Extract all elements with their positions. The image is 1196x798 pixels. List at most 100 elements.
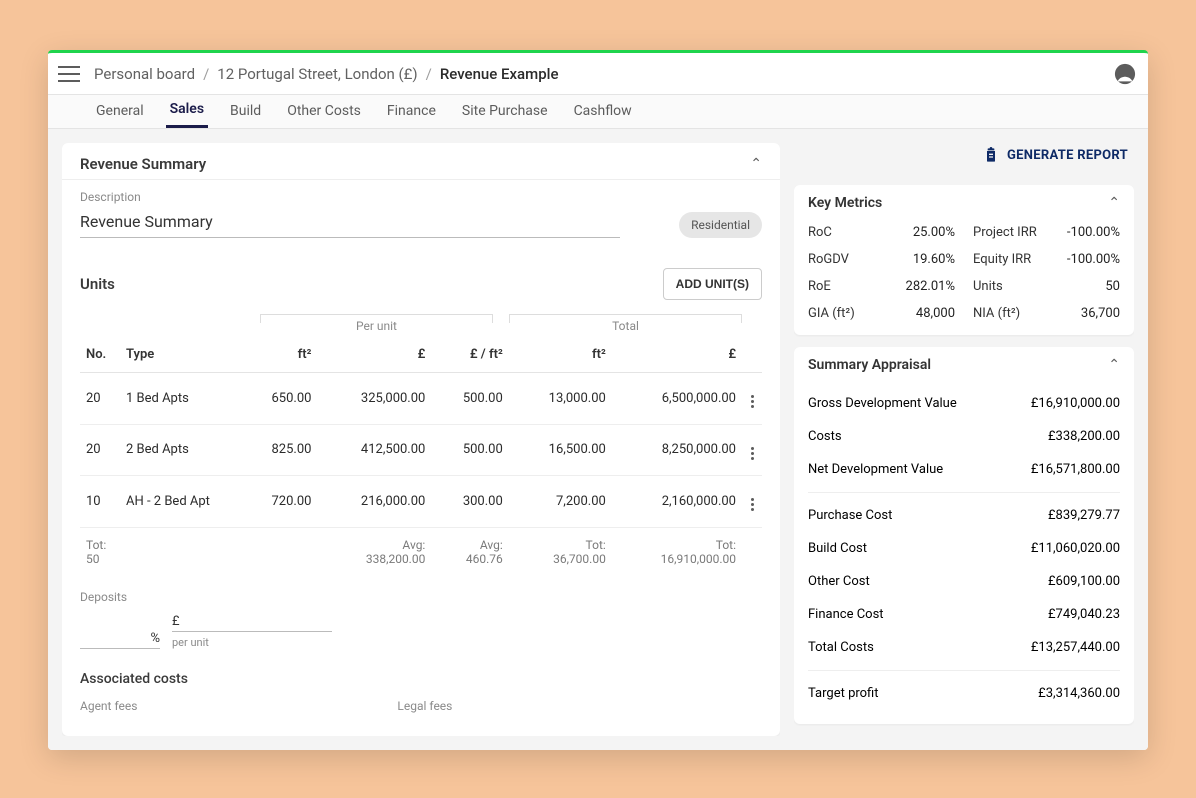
clipboard-icon <box>983 147 999 163</box>
cell-ft2: 650.00 <box>240 373 317 425</box>
breadcrumb-project[interactable]: 12 Portugal Street, London (£) <box>217 65 417 83</box>
metric-key: Units <box>973 279 1003 294</box>
row-menu-icon[interactable] <box>742 373 762 425</box>
top-bar: Personal board / 12 Portugal Street, Lon… <box>48 53 1148 95</box>
agent-fees-label: Agent fees <box>80 699 137 713</box>
totals-totgbp-value: 16,910,000.00 <box>661 552 736 566</box>
col-gbp: £ <box>317 337 431 373</box>
appraisal-key: Finance Cost <box>808 607 884 622</box>
breadcrumb-separator: / <box>426 65 432 83</box>
key-metrics-card: Key Metrics ⌃ RoC25.00%Project IRR-100.0… <box>794 185 1134 335</box>
cell-tot-ft2: 16,500.00 <box>509 424 612 476</box>
appraisal-value: £609,100.00 <box>1048 574 1120 589</box>
totals-gbp-value: 338,200.00 <box>366 552 425 566</box>
appraisal-row: Build Cost£11,060,020.00 <box>808 532 1120 565</box>
totals-gbpft2-label: Avg: <box>437 538 502 552</box>
cell-type: 1 Bed Apts <box>120 373 240 425</box>
table-row[interactable]: 201 Bed Apts650.00325,000.00500.0013,000… <box>80 373 762 425</box>
units-title: Units <box>80 275 115 293</box>
appraisal-row: Other Cost£609,100.00 <box>808 565 1120 598</box>
cell-tot-gbp: 6,500,000.00 <box>612 373 742 425</box>
tab-bar: General Sales Build Other Costs Finance … <box>48 95 1148 129</box>
key-metrics-title: Key Metrics <box>808 195 882 211</box>
deposits-per-unit: per unit <box>172 636 332 649</box>
cell-no: 20 <box>80 373 120 425</box>
summary-appraisal-card: Summary Appraisal ⌃ Gross Development Va… <box>794 347 1134 724</box>
chevron-up-icon[interactable]: ⌃ <box>750 156 762 172</box>
generate-report-button[interactable]: GENERATE REPORT <box>1007 148 1128 163</box>
cell-no: 20 <box>80 424 120 476</box>
totals-gbp-label: Avg: <box>323 538 425 552</box>
col-tot-gbp: £ <box>612 337 742 373</box>
appraisal-key: Total Costs <box>808 640 874 655</box>
cell-tot-ft2: 13,000.00 <box>509 373 612 425</box>
deposits-pct-input[interactable]: % <box>80 627 160 649</box>
metric-item: Units50 <box>973 279 1120 294</box>
chevron-up-icon[interactable]: ⌃ <box>1108 195 1120 211</box>
metric-value: -100.00% <box>1067 252 1120 267</box>
residential-chip[interactable]: Residential <box>679 212 762 238</box>
account-icon[interactable] <box>1112 61 1138 87</box>
metric-key: Project IRR <box>973 225 1037 240</box>
appraisal-value: £13,257,440.00 <box>1031 640 1120 655</box>
cell-type: 2 Bed Apts <box>120 424 240 476</box>
appraisal-key: Gross Development Value <box>808 396 957 411</box>
appraisal-value: £16,910,000.00 <box>1031 396 1120 411</box>
metric-item: Project IRR-100.00% <box>973 225 1120 240</box>
appraisal-value: £3,314,360.00 <box>1038 686 1120 701</box>
tab-finance[interactable]: Finance <box>383 97 440 127</box>
col-gbp-ft2: £ / ft² <box>431 337 508 373</box>
tab-sales[interactable]: Sales <box>166 95 208 128</box>
table-row[interactable]: 10AH - 2 Bed Apt720.00216,000.00300.007,… <box>80 476 762 528</box>
tab-site-purchase[interactable]: Site Purchase <box>458 97 552 127</box>
appraisal-key: Net Development Value <box>808 462 943 477</box>
col-tot-ft2: ft² <box>509 337 612 373</box>
breadcrumb-separator: / <box>203 65 209 83</box>
cell-ft2: 825.00 <box>240 424 317 476</box>
appraisal-row: Total Costs £13,257,440.00 <box>808 631 1120 664</box>
appraisal-row: Net Development Value £16,571,800.00 <box>808 453 1120 486</box>
cell-gbp-ft2: 500.00 <box>431 424 508 476</box>
tab-cashflow[interactable]: Cashflow <box>570 97 636 127</box>
col-no: No. <box>80 337 120 373</box>
tab-general[interactable]: General <box>92 97 148 127</box>
totals-totft2-value: 36,700.00 <box>553 552 606 566</box>
metric-value: 19.60% <box>913 252 955 267</box>
appraisal-value: £16,571,800.00 <box>1031 462 1120 477</box>
metric-key: RoGDV <box>808 252 849 267</box>
totals-no-label: Tot: <box>86 538 234 552</box>
metric-key: RoE <box>808 279 831 294</box>
tab-other-costs[interactable]: Other Costs <box>283 97 365 127</box>
menu-icon[interactable] <box>58 66 80 82</box>
col-ft2: ft² <box>240 337 317 373</box>
cell-gbp: 412,500.00 <box>317 424 431 476</box>
cell-tot-gbp: 2,160,000.00 <box>612 476 742 528</box>
group-total: Total <box>509 314 742 333</box>
chevron-up-icon[interactable]: ⌃ <box>1108 357 1120 373</box>
appraisal-value: £839,279.77 <box>1048 508 1120 523</box>
appraisal-row: Purchase Cost£839,279.77 <box>808 499 1120 532</box>
metric-item: RoGDV 19.60% <box>808 252 955 267</box>
metric-value: 25.00% <box>913 225 955 240</box>
deposits-gbp-input[interactable]: £ <box>172 610 332 632</box>
appraisal-value: £11,060,020.00 <box>1031 541 1120 556</box>
row-menu-icon[interactable] <box>742 476 762 528</box>
totals-gbpft2-value: 460.76 <box>466 552 503 566</box>
metric-item: RoE282.01% <box>808 279 955 294</box>
metric-item: GIA (ft²)48,000 <box>808 306 955 321</box>
description-input[interactable]: Revenue Summary <box>80 208 620 238</box>
row-menu-icon[interactable] <box>742 424 762 476</box>
breadcrumb-current: Revenue Example <box>440 65 559 83</box>
tab-build[interactable]: Build <box>226 97 265 127</box>
units-table: No. Type ft² £ £ / ft² ft² £ 201 Bed Apt… <box>80 337 762 576</box>
metric-key: NIA (ft²) <box>973 306 1020 321</box>
appraisal-row: Target profit£3,314,360.00 <box>808 677 1120 710</box>
appraisal-row: Finance Cost £749,040.23 <box>808 598 1120 631</box>
totals-totft2-label: Tot: <box>515 538 606 552</box>
appraisal-value: £749,040.23 <box>1048 607 1120 622</box>
add-units-button[interactable]: ADD UNIT(S) <box>663 268 762 300</box>
metric-item: NIA (ft²)36,700 <box>973 306 1120 321</box>
breadcrumb-board[interactable]: Personal board <box>94 65 195 83</box>
table-row[interactable]: 202 Bed Apts825.00412,500.00500.0016,500… <box>80 424 762 476</box>
col-type: Type <box>120 337 240 373</box>
